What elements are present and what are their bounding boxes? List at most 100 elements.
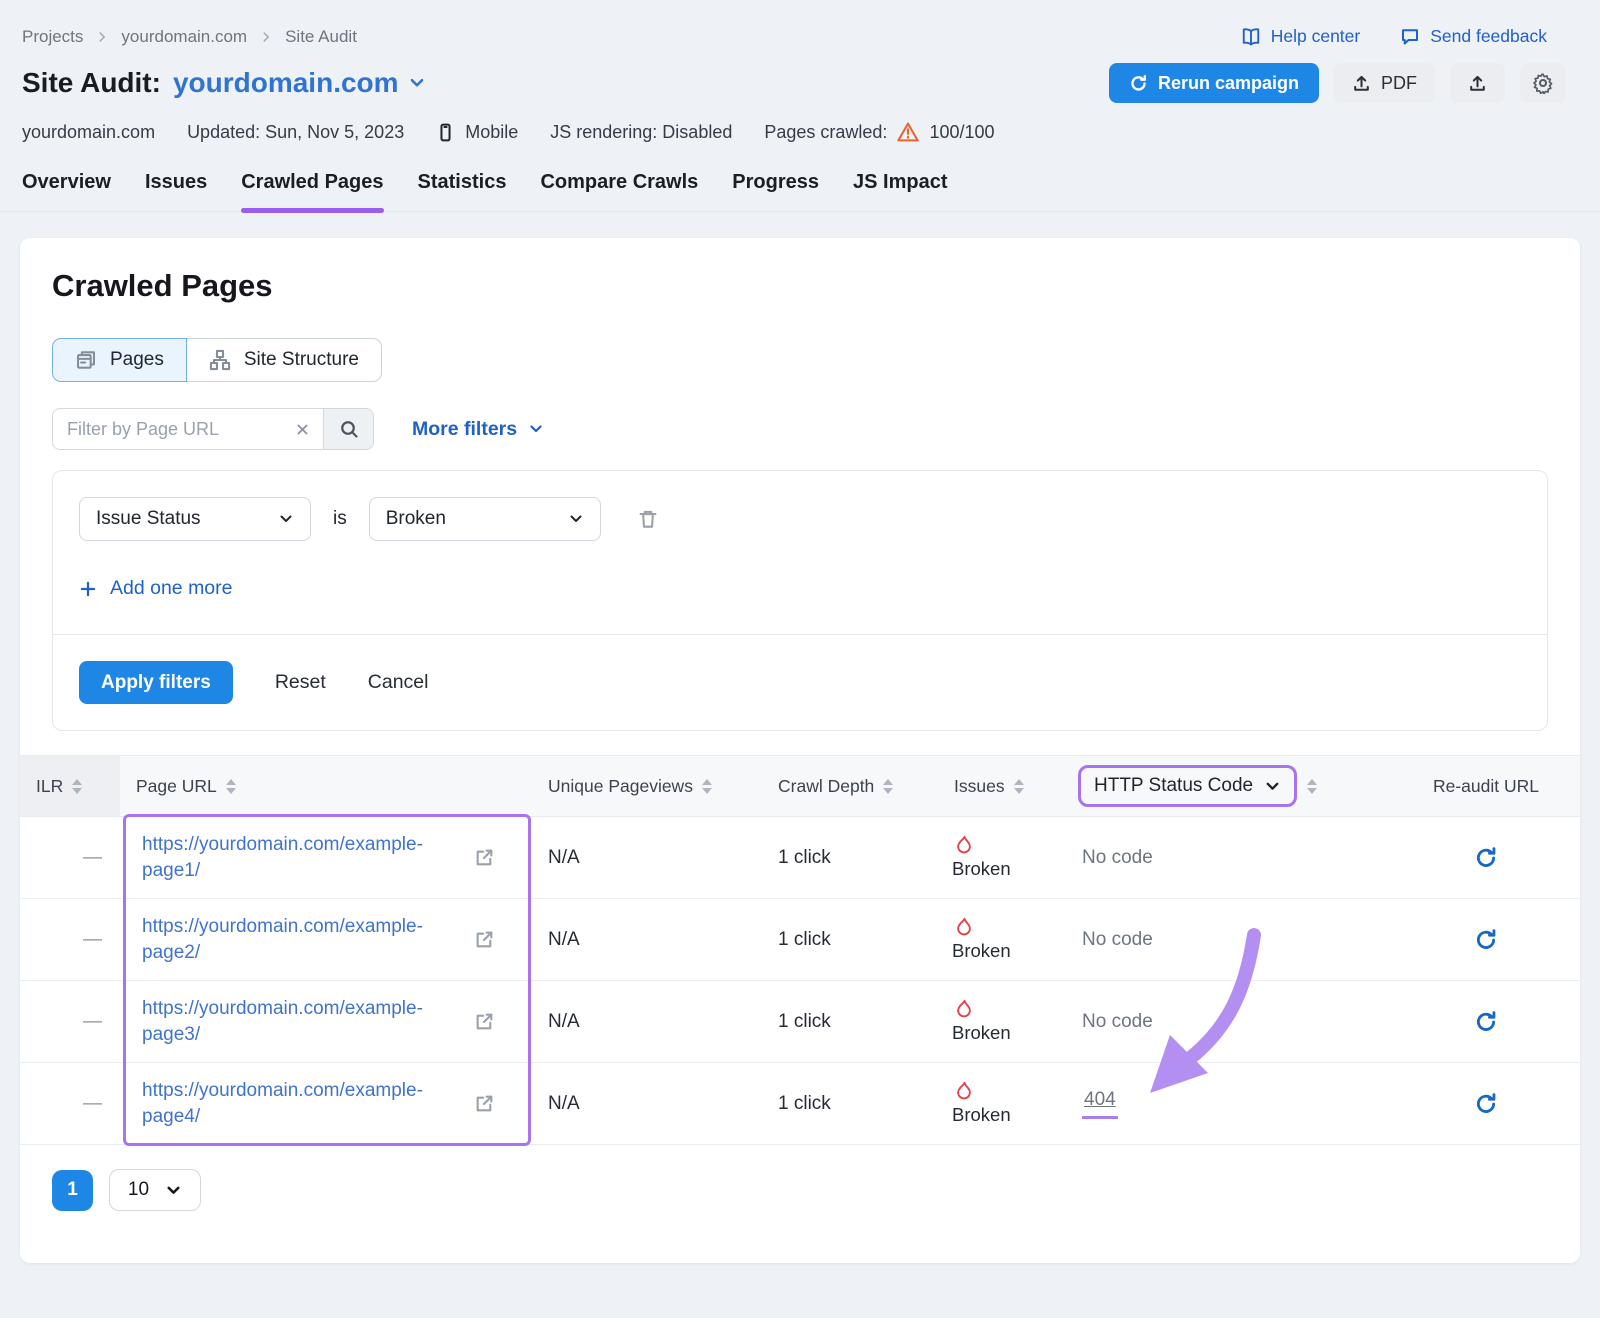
url-filter-group	[52, 408, 374, 450]
flame-icon	[954, 999, 974, 1019]
cancel-button[interactable]: Cancel	[368, 671, 429, 694]
upload-icon	[1468, 74, 1487, 93]
crawled-pages-table: ILR Page URL Unique Pageviews Crawl Dept…	[20, 755, 1580, 1145]
issues-cell: Broken	[938, 899, 1066, 980]
reaudit-refresh-icon[interactable]	[1474, 1010, 1498, 1034]
export-button[interactable]	[1450, 63, 1505, 103]
unique-pageviews-value: N/A	[532, 1063, 762, 1144]
chevron-down-icon	[1264, 778, 1281, 795]
clear-icon[interactable]	[281, 409, 323, 449]
column-header-ilr[interactable]: ILR	[20, 756, 120, 816]
main-tabs: Overview Issues Crawled Pages Statistics…	[0, 143, 1600, 212]
tab-compare-crawls[interactable]: Compare Crawls	[540, 171, 698, 211]
issue-status-label[interactable]: Broken	[952, 940, 1011, 962]
page-size-select[interactable]: 10	[109, 1169, 201, 1211]
reaudit-refresh-icon[interactable]	[1474, 928, 1498, 952]
sort-icon[interactable]	[883, 779, 893, 794]
toggle-site-structure[interactable]: Site Structure	[187, 338, 382, 382]
http-status-code-dropdown[interactable]: HTTP Status Code	[1078, 765, 1297, 807]
toggle-pages[interactable]: Pages	[52, 338, 187, 382]
settings-button[interactable]	[1520, 63, 1566, 103]
unique-pageviews-value: N/A	[532, 899, 762, 980]
flame-icon	[954, 917, 974, 937]
ilr-value: —	[20, 899, 120, 980]
issues-cell: Broken	[938, 981, 1066, 1062]
tab-js-impact[interactable]: JS Impact	[853, 171, 947, 211]
crawl-depth-value: 1 click	[762, 817, 938, 898]
breadcrumb-projects[interactable]: Projects	[22, 27, 83, 47]
chevron-right-icon	[95, 30, 109, 44]
chevron-down-icon	[278, 511, 294, 527]
external-link-icon[interactable]	[474, 1011, 495, 1032]
page-url-link[interactable]: https://yourdomain.com/example-page1/	[142, 832, 462, 884]
crawl-depth-value: 1 click	[762, 1063, 938, 1144]
page-number-button[interactable]: 1	[52, 1170, 93, 1211]
page-url-link[interactable]: https://yourdomain.com/example-page4/	[142, 1078, 462, 1130]
http-status-404-link[interactable]: 404	[1082, 1089, 1118, 1119]
sort-icon[interactable]	[702, 779, 712, 794]
tab-overview[interactable]: Overview	[22, 171, 111, 211]
chevron-down-icon	[568, 511, 584, 527]
chat-bubble-icon	[1400, 27, 1420, 47]
http-status-value: No code	[1082, 929, 1153, 951]
reset-button[interactable]: Reset	[275, 671, 326, 694]
column-header-http-status-code: HTTP Status Code	[1066, 756, 1392, 816]
trash-icon[interactable]	[637, 508, 659, 530]
reaudit-refresh-icon[interactable]	[1474, 846, 1498, 870]
section-title: Crawled Pages	[20, 268, 1580, 304]
table-header: ILR Page URL Unique Pageviews Crawl Dept…	[20, 755, 1580, 817]
column-header-issues[interactable]: Issues	[938, 756, 1066, 816]
sort-icon[interactable]	[1014, 779, 1024, 794]
flame-icon	[954, 835, 974, 855]
upload-icon	[1352, 74, 1371, 93]
issue-status-label[interactable]: Broken	[952, 858, 1011, 880]
help-center-link[interactable]: Help center	[1241, 26, 1361, 47]
breadcrumb-site-audit: Site Audit	[285, 27, 357, 47]
url-filter-input[interactable]	[53, 409, 281, 449]
tab-crawled-pages[interactable]: Crawled Pages	[241, 171, 383, 211]
page-url-link[interactable]: https://yourdomain.com/example-page2/	[142, 914, 462, 966]
tab-progress[interactable]: Progress	[732, 171, 819, 211]
column-header-page-url[interactable]: Page URL	[120, 756, 532, 816]
pages-icon	[75, 349, 97, 371]
topbar: Projects yourdomain.com Site Audit Help …	[0, 0, 1600, 47]
search-icon[interactable]	[323, 409, 373, 449]
filter-field-select[interactable]: Issue Status	[79, 497, 311, 541]
external-link-icon[interactable]	[474, 1093, 495, 1114]
reaudit-refresh-icon[interactable]	[1474, 1092, 1498, 1116]
gear-icon	[1532, 72, 1554, 94]
pdf-button[interactable]: PDF	[1334, 63, 1435, 103]
page-url-link[interactable]: https://yourdomain.com/example-page3/	[142, 996, 462, 1048]
tab-statistics[interactable]: Statistics	[418, 171, 507, 211]
issue-status-label[interactable]: Broken	[952, 1104, 1011, 1126]
table-row: — https://yourdomain.com/example-page4/ …	[20, 1063, 1580, 1145]
meta-device: Mobile	[436, 122, 518, 143]
rerun-campaign-button[interactable]: Rerun campaign	[1109, 63, 1319, 103]
apply-filters-button[interactable]: Apply filters	[79, 661, 233, 704]
breadcrumb-domain[interactable]: yourdomain.com	[121, 27, 247, 47]
column-header-unique-pageviews[interactable]: Unique Pageviews	[532, 756, 762, 816]
chevron-down-icon	[165, 1182, 182, 1199]
ilr-value: —	[20, 981, 120, 1062]
external-link-icon[interactable]	[474, 847, 495, 868]
add-one-more-button[interactable]: Add one more	[79, 577, 1521, 600]
sort-icon[interactable]	[226, 779, 236, 794]
tab-issues[interactable]: Issues	[145, 171, 207, 211]
table-row: — https://yourdomain.com/example-page3/ …	[20, 981, 1580, 1063]
sort-icon[interactable]	[1307, 779, 1317, 794]
column-header-crawl-depth[interactable]: Crawl Depth	[762, 756, 938, 816]
table-row: — https://yourdomain.com/example-page1/ …	[20, 817, 1580, 899]
filter-value-select[interactable]: Broken	[369, 497, 601, 541]
issue-status-label[interactable]: Broken	[952, 1022, 1011, 1044]
pagination: 1 10	[20, 1145, 1580, 1263]
mobile-phone-icon	[436, 123, 455, 142]
more-filters-button[interactable]: More filters	[412, 418, 544, 441]
external-link-icon[interactable]	[474, 929, 495, 950]
top-links: Help center Send feedback	[1241, 26, 1547, 47]
campaign-selector[interactable]: yourdomain.com	[173, 67, 426, 99]
table-row: — https://yourdomain.com/example-page2/ …	[20, 899, 1580, 981]
book-icon	[1241, 27, 1261, 47]
sort-icon[interactable]	[72, 779, 82, 794]
send-feedback-link[interactable]: Send feedback	[1400, 26, 1547, 47]
campaign-meta-row: yourdomain.com Updated: Sun, Nov 5, 2023…	[0, 103, 1600, 143]
